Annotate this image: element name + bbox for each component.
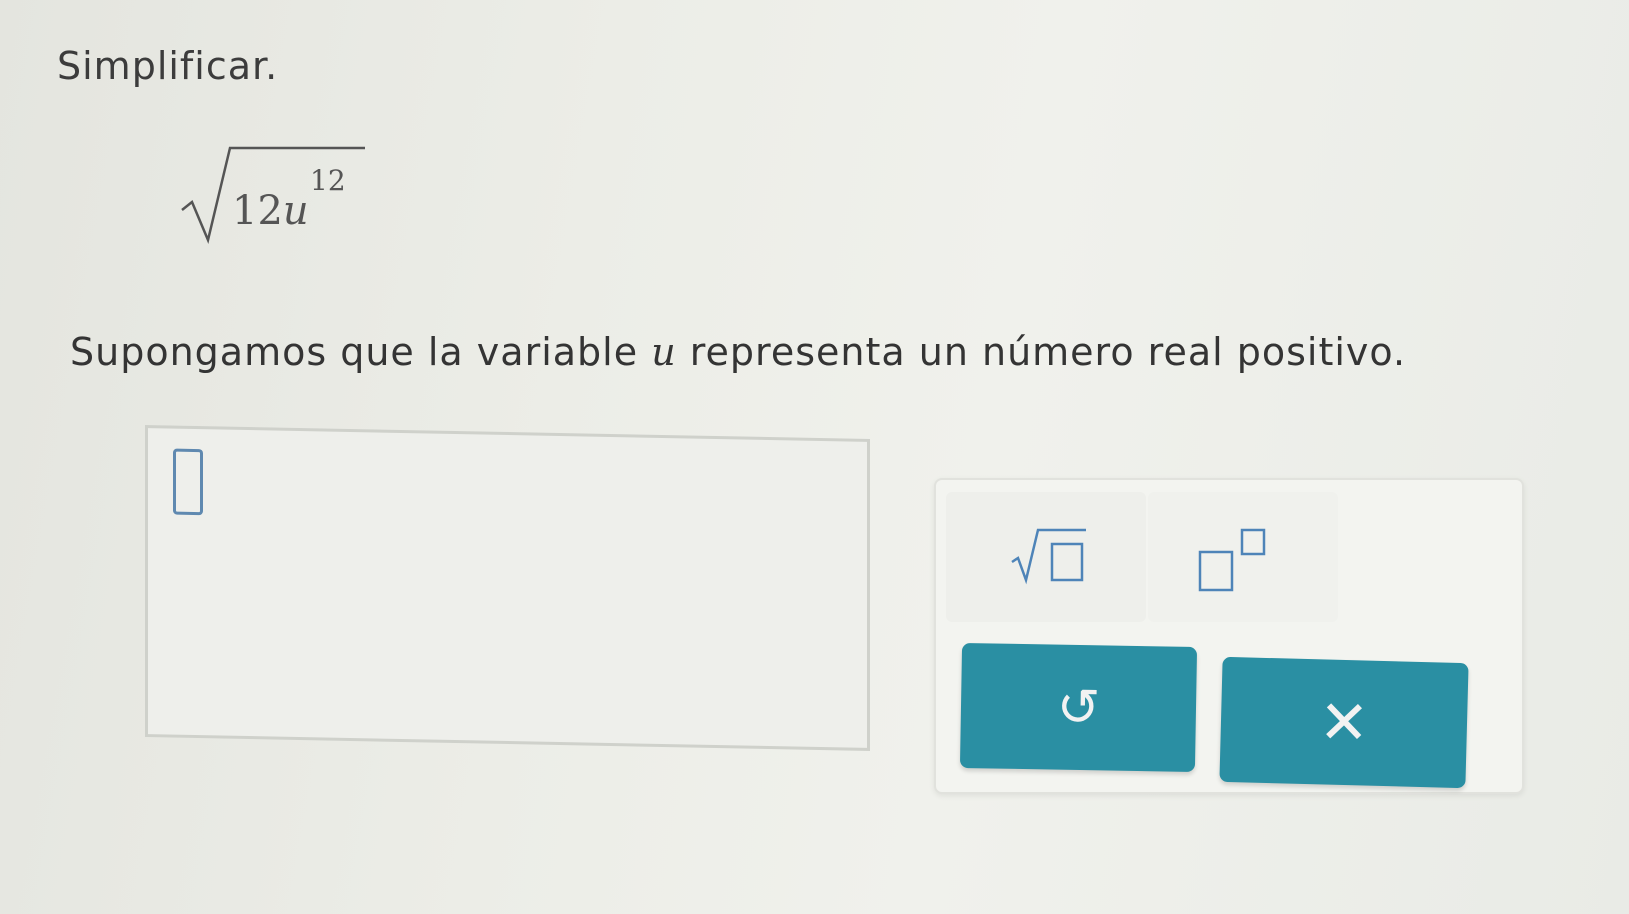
clear-button[interactable]: ✕ [1219,656,1469,789]
radical-expression: 12u 12 [180,140,380,250]
expression-variable: u [282,188,309,234]
square-root-icon [1011,528,1086,585]
undo-button[interactable]: ↺ [959,642,1198,773]
input-placeholder-box[interactable] [173,448,203,516]
close-icon: ✕ [1317,686,1371,759]
undo-icon: ↺ [1056,677,1101,738]
assumption-text: Supongamos que la variable u representa … [70,330,1406,374]
instruction-text: Simplificar. [57,44,279,88]
assumption-before: Supongamos que la variable [70,330,652,374]
exponent-icon [1198,528,1266,592]
expression-base: 12u [232,188,309,234]
expression-coefficient: 12 [232,188,283,234]
expression-exponent: 12 [310,164,346,197]
assumption-variable: u [651,330,677,374]
square-root-button[interactable] [946,492,1146,622]
math-keypad: ↺ ✕ [934,478,1524,794]
assumption-after: representa un número real positivo. [676,330,1407,374]
exponent-button[interactable] [1148,492,1338,622]
answer-input[interactable] [145,425,870,751]
